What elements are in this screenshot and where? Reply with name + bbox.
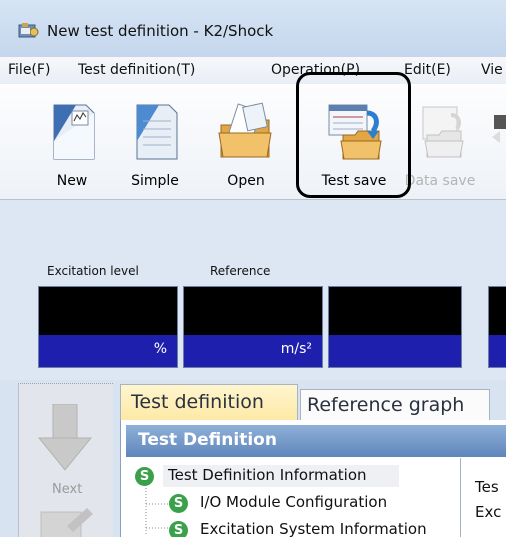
new-button[interactable]: New xyxy=(32,101,112,199)
toolbar: New Simple Open Test save Data save xyxy=(0,84,506,200)
navigation-panel: Next xyxy=(18,383,113,537)
section-header: Test Definition xyxy=(126,425,506,457)
tree-item-io-module-configuration[interactable]: I/O Module Configuration xyxy=(200,493,387,511)
test-save-highlight xyxy=(296,72,411,198)
app-icon xyxy=(18,23,39,38)
simple-button[interactable]: Simple xyxy=(115,101,195,199)
data-save-button-label: Data save xyxy=(404,173,476,189)
monitor-meter-3-unit xyxy=(329,335,461,367)
menu-edit[interactable]: Edit(E) xyxy=(404,62,451,78)
tab-reference-graph-label: Reference graph xyxy=(307,394,465,416)
menu-bar: File(F) Test definition(T) Operation(P) … xyxy=(0,56,506,84)
monitor-meter-4-unit xyxy=(489,335,506,367)
menu-file[interactable]: File(F) xyxy=(8,62,50,78)
next-label: Next xyxy=(52,482,83,497)
tree-item-test-definition-information[interactable]: Test Definition Information xyxy=(168,466,367,484)
window-title: New test definition - K2/Shock xyxy=(47,22,274,40)
new-document-icon xyxy=(53,104,95,160)
monitor-panel: Excitation level Reference % m/s² xyxy=(0,200,506,380)
section-header-title: Test Definition xyxy=(138,430,277,450)
simple-button-label: Simple xyxy=(131,173,179,189)
monitor-meter-4 xyxy=(488,286,506,368)
menu-view[interactable]: Vie xyxy=(481,62,503,78)
open-folder-icon xyxy=(218,102,272,158)
detail-line-1: Tes xyxy=(475,478,499,496)
tab-test-definition-label: Test definition xyxy=(131,391,264,413)
open-button-label: Open xyxy=(227,173,265,189)
reference-unit: m/s² xyxy=(184,335,322,367)
edit-icon[interactable] xyxy=(37,508,93,537)
detail-panel xyxy=(462,458,506,537)
tree-item-excitation-system-information[interactable]: Excitation System Information xyxy=(200,520,427,537)
tree-item-1-badge-icon: S xyxy=(135,467,154,486)
tree-item-3-badge-icon: S xyxy=(169,521,188,537)
data-save-button[interactable]: Data save xyxy=(400,101,480,199)
next-tool-icon xyxy=(492,115,506,143)
open-button[interactable]: Open xyxy=(206,101,286,199)
title-bar: New test definition - K2/Shock xyxy=(0,0,506,60)
app-window: New test definition - K2/Shock File(F) T… xyxy=(0,0,506,537)
excitation-level-meter: % xyxy=(38,286,178,368)
next-arrow-icon[interactable] xyxy=(37,404,93,474)
excitation-unit: % xyxy=(39,335,177,367)
tab-test-definition[interactable]: Test definition xyxy=(120,384,298,420)
new-button-label: New xyxy=(56,173,88,189)
excitation-level-label: Excitation level xyxy=(47,264,139,278)
simple-document-icon xyxy=(136,104,178,160)
monitor-meter-3 xyxy=(328,286,462,368)
tab-reference-graph[interactable]: Reference graph xyxy=(300,389,490,420)
menu-test-definition[interactable]: Test definition(T) xyxy=(78,62,195,78)
detail-line-2: Exc xyxy=(475,503,502,521)
reference-meter: m/s² xyxy=(183,286,323,368)
reference-label: Reference xyxy=(210,264,271,278)
data-save-icon xyxy=(422,106,464,158)
tree-item-2-badge-icon: S xyxy=(169,494,188,513)
